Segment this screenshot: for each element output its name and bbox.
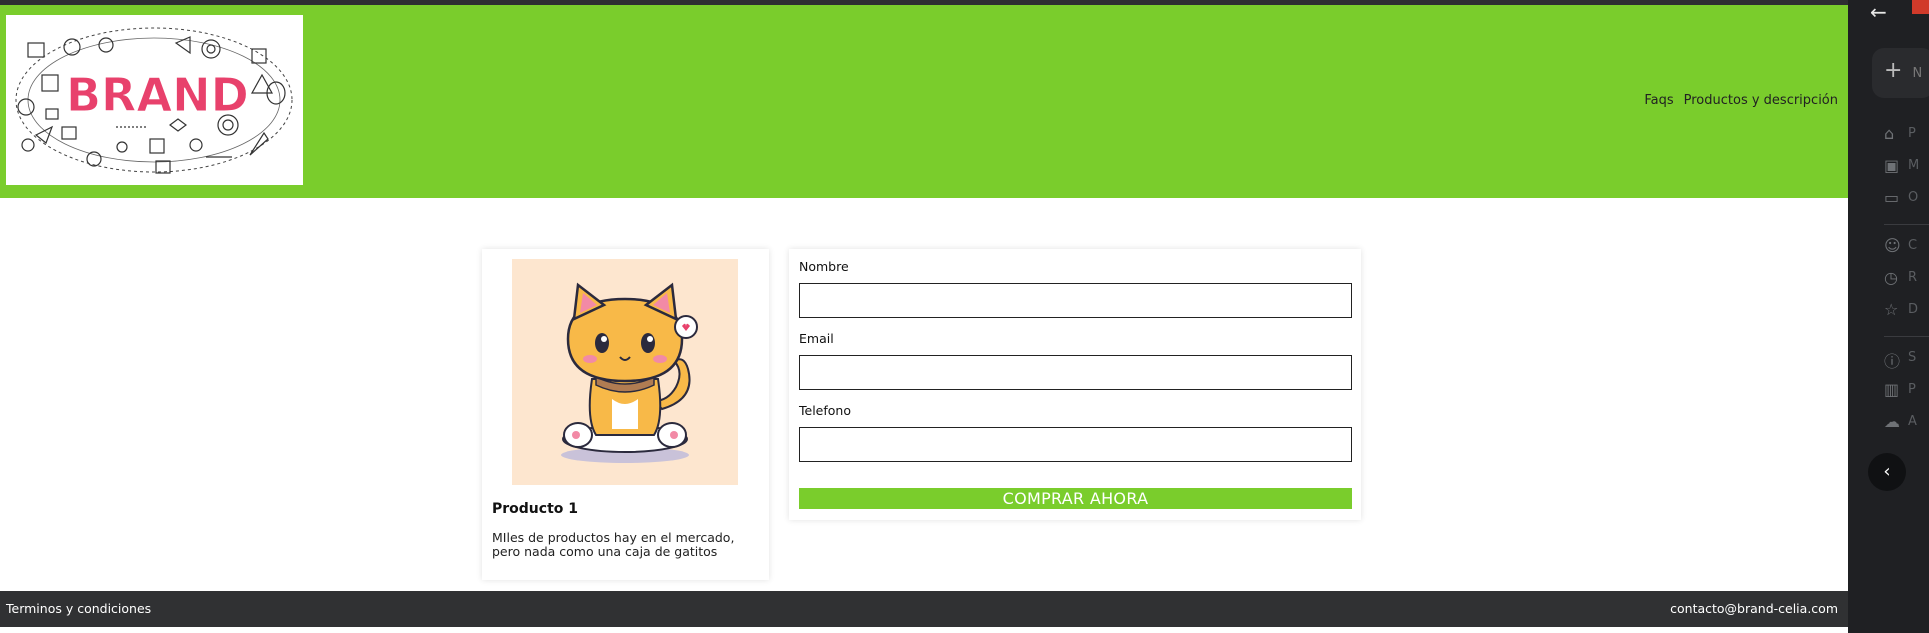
site-header: BRAND Faqs Productos y descripción bbox=[0, 5, 1848, 198]
nav-link-productos[interactable]: Productos y descripción bbox=[1684, 93, 1838, 108]
email-input[interactable] bbox=[799, 355, 1352, 390]
product-title: Producto 1 bbox=[492, 501, 578, 517]
side-row-label: D bbox=[1908, 302, 1919, 317]
side-row-label: P bbox=[1908, 382, 1916, 397]
brand-logo[interactable]: BRAND bbox=[6, 15, 303, 185]
page: BRAND Faqs Productos y descripción Produ… bbox=[0, 0, 1929, 633]
side-row-label: P bbox=[1908, 126, 1916, 141]
side-row-label: A bbox=[1908, 414, 1917, 429]
cloud-icon[interactable]: ☁ A bbox=[1884, 412, 1917, 431]
devices-icon[interactable]: ▭ O bbox=[1884, 188, 1918, 207]
contact-email[interactable]: contacto@brand-celia.com bbox=[1670, 601, 1838, 616]
product-card: Producto 1 MIles de productos hay en el … bbox=[482, 249, 769, 580]
chevron-left-icon[interactable]: ‹ bbox=[1868, 453, 1906, 491]
flag-icon bbox=[1912, 0, 1929, 14]
back-arrow-icon[interactable]: ← bbox=[1870, 0, 1887, 24]
product-description: MIles de productos hay en el mercado, pe… bbox=[492, 530, 735, 559]
side-row-label: R bbox=[1908, 270, 1918, 285]
side-divider bbox=[1884, 224, 1929, 225]
trash-icon[interactable]: ▥ P bbox=[1884, 380, 1916, 399]
email-label: Email bbox=[799, 331, 834, 346]
new-button-label: N bbox=[1912, 66, 1923, 81]
terms-link[interactable]: Terminos y condiciones bbox=[6, 601, 151, 616]
star-icon[interactable]: ☆ D bbox=[1884, 300, 1918, 319]
browser-side-panel: ← + N ⌂ P ▣ M ▭ O ☺ C ◷ R ☆ D ⓘ S ▥ P ☁ A ‹ bbox=[1848, 0, 1929, 633]
phone-label: Telefono bbox=[799, 403, 851, 418]
site-footer: Terminos y condiciones contacto@brand-ce… bbox=[0, 591, 1848, 627]
purchase-form: Nombre Email Telefono COMPRAR AHORA bbox=[789, 249, 1361, 520]
buy-now-button[interactable]: COMPRAR AHORA bbox=[799, 488, 1352, 509]
clock-icon[interactable]: ◷ R bbox=[1884, 268, 1917, 287]
cat-illustration bbox=[561, 282, 698, 463]
logo-illustration: BRAND bbox=[15, 27, 293, 174]
people-icon[interactable]: ☺ C bbox=[1884, 236, 1917, 255]
side-row-label: C bbox=[1908, 238, 1918, 253]
info-icon[interactable]: ⓘ S bbox=[1884, 348, 1916, 372]
side-row-label: O bbox=[1908, 190, 1919, 205]
product-image[interactable] bbox=[512, 259, 738, 485]
home-icon[interactable]: ⌂ P bbox=[1884, 124, 1916, 143]
lock-icon[interactable]: ▣ M bbox=[1884, 156, 1919, 175]
logo-text: BRAND bbox=[66, 68, 249, 122]
name-input[interactable] bbox=[799, 283, 1352, 318]
name-label: Nombre bbox=[799, 259, 849, 274]
plus-icon[interactable]: + N bbox=[1872, 48, 1929, 98]
side-row-label: S bbox=[1908, 350, 1917, 365]
phone-input[interactable] bbox=[799, 427, 1352, 462]
side-divider bbox=[1884, 336, 1929, 337]
nav-link-faqs[interactable]: Faqs bbox=[1644, 93, 1673, 108]
side-row-label: M bbox=[1908, 158, 1920, 173]
main-nav: Faqs Productos y descripción bbox=[1644, 93, 1838, 108]
